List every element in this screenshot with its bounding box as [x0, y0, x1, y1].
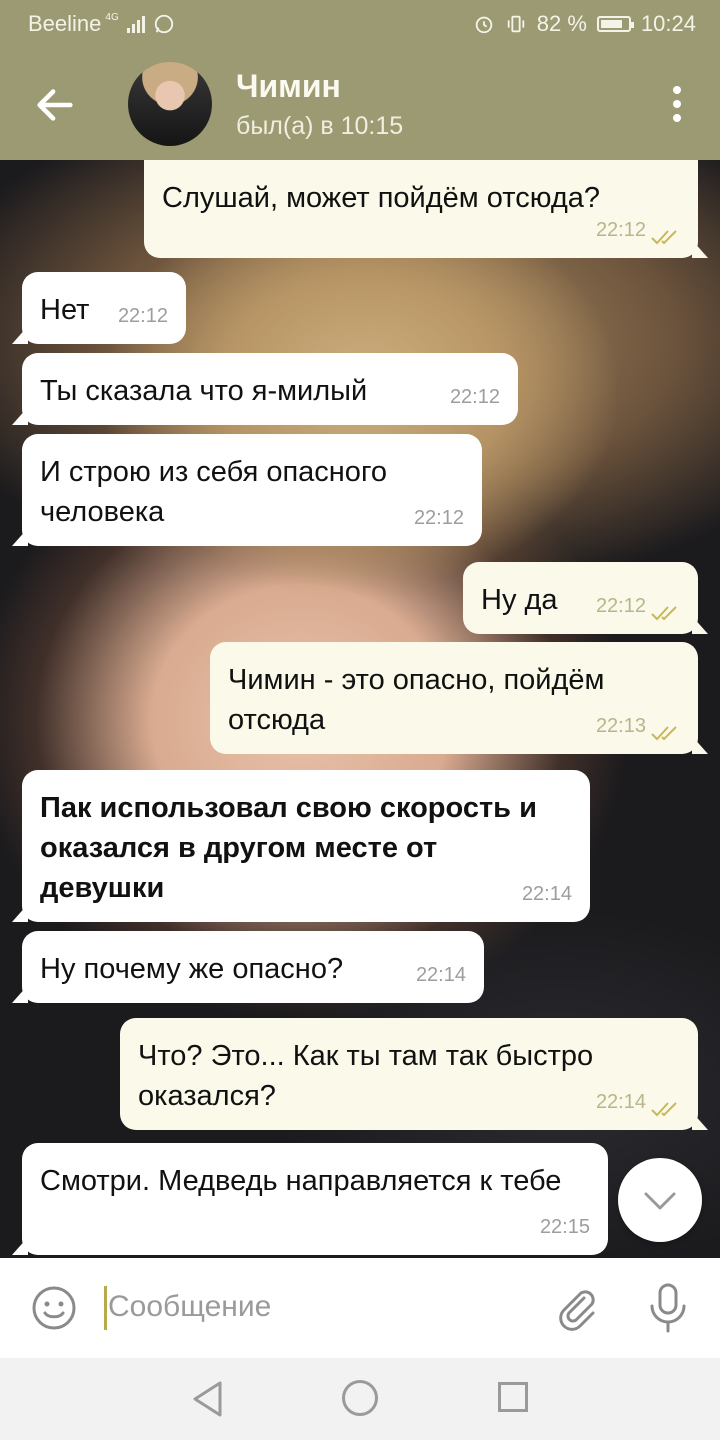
message-text: Чимин - это опасно, пойдём отсюда — [228, 664, 605, 736]
chat-area[interactable]: Слушай, может пойдём отсюда? 22:12 Нет 2… — [0, 160, 720, 1258]
message-text: Что? Это... Как ты там так быстро оказал… — [138, 1040, 594, 1112]
message-bubble[interactable]: Что? Это... Как ты там так быстро оказал… — [120, 1018, 708, 1130]
message-bubble[interactable]: Пак использовал свою скорость и оказался… — [12, 770, 590, 922]
message-time: 22:14 — [415, 964, 466, 986]
message-text: Смотри. Медведь направляется к тебе — [40, 1165, 562, 1197]
signal-icon — [126, 15, 145, 33]
vibrate-icon — [507, 15, 525, 33]
double-check-icon — [651, 1102, 677, 1117]
network-type: 4G — [105, 11, 119, 23]
battery-fill — [600, 20, 622, 28]
whatsapp-icon — [154, 14, 173, 34]
message-input[interactable]: Сообщение — [108, 1290, 271, 1324]
nav-home-icon[interactable] — [342, 1380, 378, 1416]
double-check-icon — [651, 726, 677, 741]
avatar[interactable] — [128, 62, 212, 146]
status-bar: Beeline 4G 82 % 10:24 — [0, 0, 720, 48]
message-bubble[interactable]: Чимин - это опасно, пойдём отсюда 22:13 — [210, 642, 708, 754]
message-bubble[interactable]: Нет 22:12 — [12, 272, 186, 344]
message-time: 22:12 — [117, 305, 168, 327]
battery-percent: 82 % — [536, 11, 587, 36]
message-time: 22:15 — [539, 1216, 590, 1238]
contact-name[interactable]: Чимин — [236, 68, 341, 105]
emoji-icon[interactable] — [30, 1284, 78, 1332]
carrier-label: Beeline — [28, 11, 102, 36]
message-time: 22:13 — [595, 715, 646, 737]
system-navigation-bar — [0, 1358, 720, 1440]
nav-back-icon[interactable] — [190, 1380, 226, 1418]
message-time: 22:14 — [595, 1091, 646, 1113]
message-text: Нет — [40, 294, 90, 326]
message-input-bar: Сообщение — [0, 1258, 720, 1358]
double-check-icon — [651, 606, 677, 621]
chat-header: Чимин был(а) в 10:15 — [0, 48, 720, 160]
message-text: Пак использовал свою скорость и оказался… — [40, 792, 537, 904]
mic-icon[interactable] — [646, 1282, 690, 1334]
battery-icon — [596, 16, 634, 32]
message-text: Ну да — [481, 584, 558, 616]
message-bubble[interactable]: Слушай, может пойдём отсюда? 22:12 — [144, 160, 708, 258]
message-time: 22:12 — [413, 507, 464, 529]
nav-recent-apps-icon[interactable] — [498, 1382, 528, 1412]
message-bubble[interactable]: Смотри. Медведь направляется к тебе 22:1… — [12, 1143, 608, 1255]
alarm-icon — [475, 16, 493, 34]
double-check-icon — [651, 230, 677, 245]
message-time: 22:12 — [595, 595, 646, 617]
message-text: И строю из себя опасного человека — [40, 456, 388, 528]
message-time: 22:12 — [449, 386, 500, 408]
message-text: Ты сказала что я-милый — [40, 375, 368, 407]
message-bubble[interactable]: Ты сказала что я-милый 22:12 — [12, 353, 518, 425]
scroll-down-button[interactable] — [618, 1158, 702, 1242]
message-text: Ну почему же опасно? — [40, 953, 344, 985]
message-time: 22:12 — [595, 219, 646, 241]
text-caret — [104, 1286, 107, 1330]
status-time: 10:24 — [640, 11, 696, 36]
back-arrow-icon[interactable] — [32, 82, 78, 128]
more-vert-icon[interactable] — [670, 86, 684, 126]
attach-icon[interactable] — [552, 1284, 600, 1332]
chevron-down-icon — [644, 1192, 676, 1210]
message-text: Слушай, может пойдём отсюда? — [162, 182, 601, 214]
message-bubble[interactable]: Ну почему же опасно? 22:14 — [12, 931, 484, 1003]
message-bubble[interactable]: И строю из себя опасного человека 22:12 — [12, 434, 482, 546]
message-bubble[interactable]: Ну да 22:12 — [463, 562, 708, 634]
contact-status: был(а) в 10:15 — [236, 112, 404, 140]
message-time: 22:14 — [521, 883, 572, 905]
